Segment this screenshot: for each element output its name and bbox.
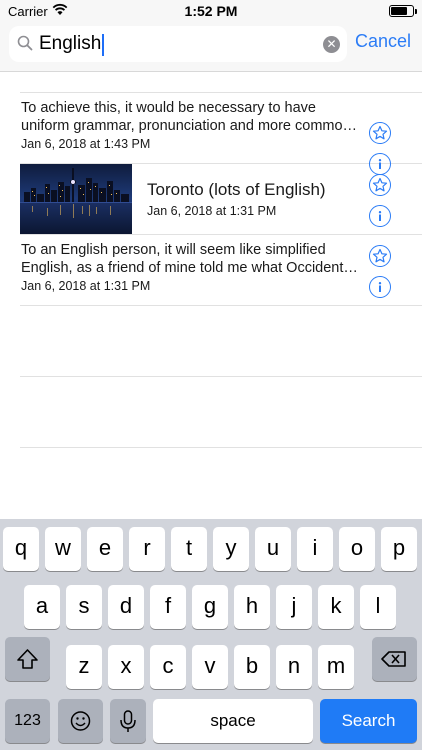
empty-row [20,306,422,377]
key-t[interactable]: t [171,527,207,571]
key-u[interactable]: u [255,527,291,571]
status-time: 1:52 PM [184,3,238,19]
toronto-skyline-image [20,164,132,234]
snippet-line: To an English person, it will seem like … [21,242,326,258]
status-bar: Carrier 1:52 PM [0,0,422,22]
info-icon[interactable] [369,205,391,227]
key-e[interactable]: e [87,527,123,571]
emoji-icon [70,711,91,731]
search-input[interactable] [39,31,319,57]
search-header: ✕ Cancel [0,22,422,72]
delete-icon [381,651,406,667]
snippet-line: To achieve this, it would be necessary t… [21,100,316,116]
key-q[interactable]: q [3,527,39,571]
key-f[interactable]: f [150,585,186,629]
text-caret [102,34,105,56]
key-i[interactable]: i [297,527,333,571]
key-g[interactable]: g [192,585,228,629]
key-y[interactable]: y [213,527,249,571]
snippet-line: uniform grammar, pronunciation and more … [21,118,358,134]
key-p[interactable]: p [381,527,417,571]
dictation-key[interactable] [110,699,146,743]
note-title: Toronto (lots of English) [147,180,326,199]
key-s[interactable]: s [66,585,102,629]
key-b[interactable]: b [234,645,270,689]
search-bar[interactable]: ✕ [9,26,347,62]
key-x[interactable]: x [108,645,144,689]
favorite-star-icon[interactable] [369,245,391,267]
shift-icon [17,649,38,669]
key-a[interactable]: a [24,585,60,629]
key-z[interactable]: z [66,645,102,689]
note-snippet: To achieve this, it would be necessary t… [21,99,361,135]
snippet-line: English, as a friend of mine told me wha… [21,260,358,276]
key-k[interactable]: k [318,585,354,629]
list-item[interactable]: Toronto (lots of English) Jan 6, 2018 at… [20,164,422,235]
cancel-button[interactable]: Cancel [355,31,411,52]
results-list: To achieve this, it would be necessary t… [0,73,422,448]
key-h[interactable]: h [234,585,270,629]
space-key[interactable]: space [153,699,313,743]
list-top-spacer [20,73,422,93]
key-m[interactable]: m [318,645,354,689]
list-item[interactable]: To an English person, it will seem like … [20,235,422,306]
key-r[interactable]: r [129,527,165,571]
numbers-key[interactable]: 123 [5,699,50,743]
clear-icon[interactable]: ✕ [323,36,340,53]
key-j[interactable]: j [276,585,312,629]
key-n[interactable]: n [276,645,312,689]
search-key[interactable]: Search [320,699,417,743]
delete-key[interactable] [372,637,417,681]
key-c[interactable]: c [150,645,186,689]
key-d[interactable]: d [108,585,144,629]
favorite-star-icon[interactable] [369,174,391,196]
mic-icon [120,710,136,732]
emoji-key[interactable] [58,699,103,743]
favorite-star-icon[interactable] [369,122,391,144]
list-item[interactable]: To achieve this, it would be necessary t… [20,93,422,175]
battery-icon [389,5,417,17]
keyboard: qwertyuiop asdfghjkl zxcvbnm 123 space S… [0,519,422,750]
search-icon [17,35,33,56]
key-o[interactable]: o [339,527,375,571]
shift-key[interactable] [5,637,50,681]
empty-row [20,377,422,448]
key-v[interactable]: v [192,645,228,689]
note-date: Jan 6, 2018 at 1:43 PM [21,137,151,151]
note-date: Jan 6, 2018 at 1:31 PM [147,204,277,218]
key-w[interactable]: w [45,527,81,571]
key-l[interactable]: l [360,585,396,629]
note-date: Jan 6, 2018 at 1:31 PM [21,279,151,293]
info-icon[interactable] [369,276,391,298]
note-snippet: To an English person, it will seem like … [21,241,361,277]
